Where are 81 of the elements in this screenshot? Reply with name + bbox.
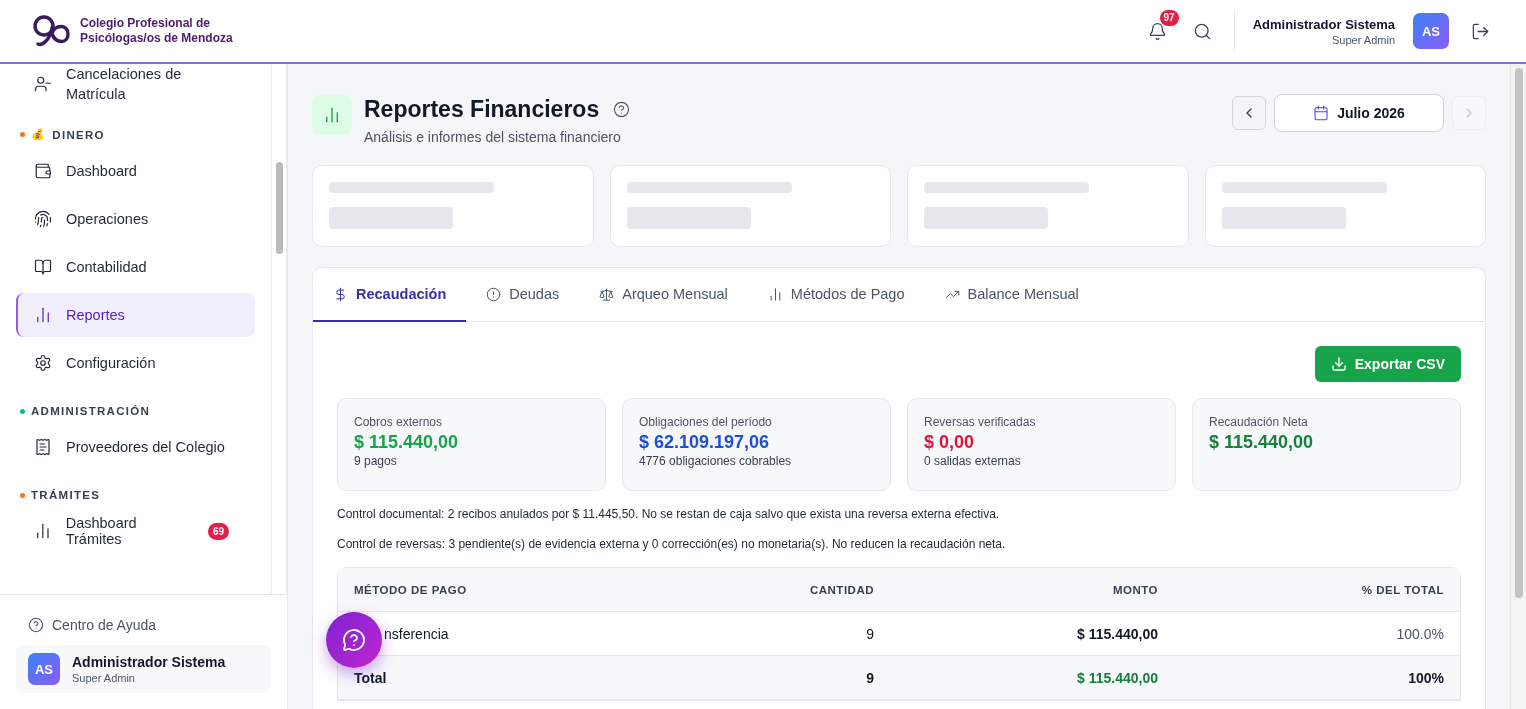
page-title: Reportes Financieros [364, 96, 600, 123]
table-cell-text: 9 [865, 625, 875, 642]
calendar-icon [1313, 105, 1330, 121]
tab[interactable]: Deudas [466, 268, 580, 322]
user-avatar: AS [28, 653, 60, 685]
user-name: Administrador Sistema [72, 654, 226, 670]
bar-chart-icon [34, 522, 52, 540]
money-bag-icon: 💰 [31, 128, 47, 141]
bar-chart-icon [767, 286, 783, 302]
stat-value: $ 0,00 [924, 432, 976, 453]
receipt-icon [34, 438, 52, 456]
stat-note: 0 salidas externas [924, 454, 1022, 468]
stat-label: Obligaciones del período [639, 415, 773, 429]
count-badge: 69 [207, 522, 229, 540]
help-chat-button[interactable] [326, 612, 382, 668]
fingerprint-icon [34, 210, 52, 228]
user-card[interactable]: AS Administrador Sistema Super Admin [16, 645, 271, 693]
stat-label: Recaudación Neta [1209, 415, 1309, 429]
column-header: MÉTODO DE PAGO [353, 583, 468, 596]
nav-item[interactable]: Dashboard Trámites 69 [16, 509, 255, 553]
stat-value: $ 62.109.197,06 [639, 432, 771, 453]
nav-item[interactable]: Configuración [16, 341, 255, 385]
table-cell-text: 9 [865, 669, 875, 686]
brand-name: Colegio Profesional de Psicólogas/os de Mendoza [80, 16, 233, 46]
nav-item[interactable]: Dashboard [16, 149, 255, 193]
section-title: TRÁMITES [31, 489, 101, 501]
alert-icon [486, 286, 502, 302]
bar-chart-icon [34, 306, 52, 324]
user-role: Super Admin [72, 672, 135, 684]
wallet-icon [34, 162, 52, 180]
scale-icon [599, 286, 615, 302]
nav-item[interactable]: Operaciones [16, 197, 255, 241]
bar-chart-icon [323, 106, 341, 124]
stat-label: Cobros externos [354, 415, 444, 429]
bell-icon [1147, 21, 1167, 41]
chat-help-icon [342, 628, 366, 652]
book-icon [34, 258, 52, 276]
column-header: % DEL TOTAL [1360, 583, 1445, 596]
nav-item[interactable]: Contabilidad [16, 245, 255, 289]
section-title: DINERO [52, 128, 105, 141]
scrollbar-thumb[interactable] [1515, 68, 1523, 598]
stat-label: Reversas verificadas [924, 415, 1037, 429]
user-avatar[interactable]: AS [1413, 13, 1449, 49]
column-header: MONTO [1111, 583, 1159, 596]
column-header: CANTIDAD [808, 583, 875, 596]
tab[interactable]: Arqueo Mensual [579, 268, 748, 322]
page-subtitle: Análisis e informes del sistema financiero [364, 129, 622, 145]
section-title: ADMINISTRACIÓN [31, 405, 151, 417]
help-icon[interactable] [613, 101, 631, 118]
table-cell-text: 100.0% [1395, 625, 1445, 642]
tab[interactable]: Métodos de Pago [747, 268, 925, 322]
table-cell-text: Total [354, 669, 388, 686]
scrollbar-thumb[interactable] [276, 162, 283, 254]
download-icon [1330, 356, 1347, 372]
control-note: Control de reversas: 3 pendiente(s) de evidencia externa y 0 corrección(es) no monetaria(s). No reducen la recaudación neta. [337, 537, 1007, 551]
user-name: Administrador Sistema [1252, 16, 1395, 32]
stat-note: 9 pagos [354, 454, 398, 468]
help-icon [28, 617, 44, 633]
table-cell-text: $ 115.440,00 [1076, 669, 1159, 686]
nav-item[interactable]: Reportes [16, 293, 255, 337]
table-cell-text: $ 115.440,00 [1076, 625, 1159, 642]
month-picker[interactable]: Julio 2026 [1274, 94, 1444, 132]
table-cell-text: nsferencia [384, 625, 450, 642]
help-link[interactable]: Centro de Ayuda [16, 617, 271, 633]
control-note: Control documental: 2 recibos anulados por $ 11.445,50. No se restan de caja salvo que exista una reversa externa efectiva. [337, 507, 1001, 521]
logo-icon [32, 14, 72, 48]
nav-item[interactable]: Proveedores del Colegio [16, 425, 255, 469]
notification-count: 97 [1159, 9, 1179, 26]
dollar-icon [333, 286, 348, 302]
tab[interactable]: Recaudación [313, 268, 467, 322]
nav-item[interactable]: Cancelaciones de Matrícula [16, 64, 255, 108]
stat-value: $ 115.440,00 [354, 432, 460, 453]
user-role: Super Admin [1332, 33, 1395, 46]
settings-icon [34, 354, 52, 372]
stat-note: 4776 obligaciones cobrables [639, 454, 793, 468]
table-cell-text: 100% [1407, 669, 1445, 686]
user-minus-icon [34, 75, 52, 93]
stat-value: $ 115.440,00 [1209, 432, 1315, 453]
tab[interactable]: Balance Mensual [924, 268, 1099, 322]
logout-icon [1471, 21, 1490, 41]
search-icon [1192, 21, 1212, 41]
